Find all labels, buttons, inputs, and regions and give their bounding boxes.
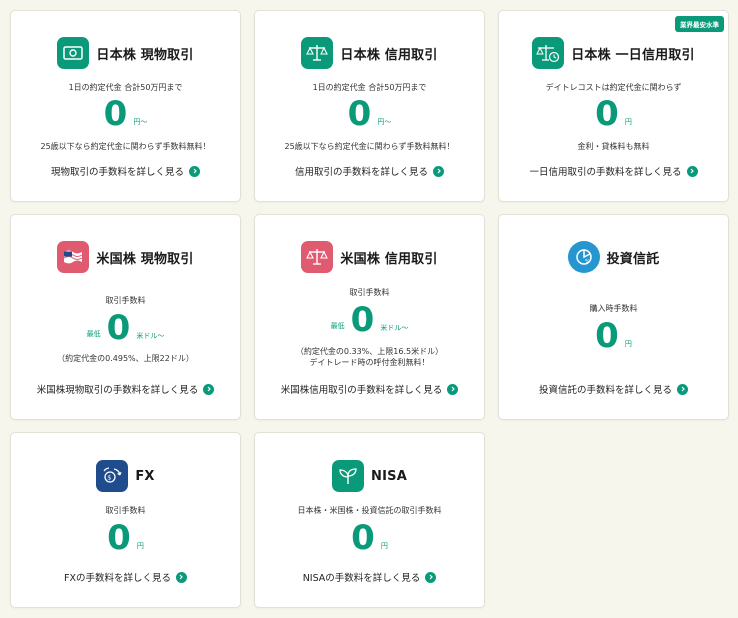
fee-condition: 1日の約定代金 合計50万円まで (312, 83, 427, 92)
details-link-label[interactable]: 投資信託の手数料を詳しく見る (539, 382, 672, 396)
arrow-right-icon[interactable] (189, 165, 200, 177)
details-link-label[interactable]: 米国株現物取引の手数料を詳しく見る (37, 382, 199, 396)
card-investment-trust: % 投資信託 購入時手数料 0 円 投資信託の手数料を詳しく見る (498, 214, 729, 420)
card-jp-stock-day-margin: 業界最安水準 日本株 一日信用取引 デイトレコストは約定代金に関わらず 0 円 … (498, 10, 729, 202)
details-link-label[interactable]: 米国株信用取引の手数料を詳しく見る (281, 382, 443, 396)
us-flag-icon (57, 241, 90, 273)
card-header: % 投資信託 (499, 241, 728, 273)
card-title: 日本株 現物取引 (96, 47, 194, 63)
details-link-label[interactable]: NISAの手数料を詳しく見る (303, 570, 421, 584)
fee-note: 25歳以下なら約定代金に関わらず手数料無料！ (40, 142, 211, 151)
arrow-right-icon[interactable] (447, 383, 459, 395)
card-us-stock-margin: 米国株 信用取引 取引手数料 最低 0 米ドル〜 （約定代金の0.33%、上限1… (254, 214, 485, 420)
fee-note: 金利・貸株料も無料 (577, 142, 650, 151)
industry-lowest-badge: 業界最安水準 (675, 16, 724, 32)
card-header: 日本株 一日信用取引 (499, 37, 728, 69)
fee-value: 0 (350, 300, 375, 340)
svg-text:$: $ (108, 474, 112, 482)
fee-display: 0 円〜 (11, 97, 240, 131)
fee-condition: 1日の約定代金 合計50万円まで (68, 83, 183, 92)
scale-clock-icon (532, 37, 565, 69)
pie-chart-icon: % (567, 241, 600, 273)
card-jp-stock-spot: 日本株 現物取引 1日の約定代金 合計50万円まで 0 円〜 25歳以下なら約定… (10, 10, 241, 202)
fee-value: 0 (103, 94, 128, 134)
scale-icon (301, 241, 334, 273)
fee-value: 0 (595, 316, 619, 356)
fee-display: 0 円 (499, 97, 728, 131)
card-header: 日本株 現物取引 (11, 37, 240, 69)
card-title: 米国株 信用取引 (340, 251, 438, 267)
fee-note: （約定代金の0.33%、上限16.5米ドル） (295, 347, 444, 356)
fee-value: 0 (106, 308, 131, 348)
details-link[interactable]: 一日信用取引の手数料を詳しく見る (499, 164, 728, 178)
details-link[interactable]: 米国株現物取引の手数料を詳しく見る (11, 382, 240, 396)
fee-condition: デイトレコストは約定代金に関わらず (545, 83, 682, 92)
details-link[interactable]: 現物取引の手数料を詳しく見る (11, 164, 240, 178)
fee-unit: 円〜 (133, 118, 148, 126)
details-link-label[interactable]: 一日信用取引の手数料を詳しく見る (529, 164, 681, 178)
sprout-icon (332, 460, 365, 492)
fee-unit: 円 (136, 542, 144, 550)
card-header: 米国株 信用取引 (255, 241, 484, 273)
card-us-stock-spot: 米国株 現物取引 取引手数料 最低 0 米ドル〜 （約定代金の0.495%、上限… (10, 214, 241, 420)
card-title: NISA (371, 468, 407, 484)
card-nisa: NISA 日本株・米国株・投資信託の取引手数料 0 円 NISAの手数料を詳しく… (254, 432, 485, 608)
card-fx: $ FX 取引手数料 0 円 FXの手数料を詳しく見る (10, 432, 241, 608)
scale-icon (301, 37, 334, 69)
details-link[interactable]: 米国株信用取引の手数料を詳しく見る (255, 382, 484, 396)
fee-note: 25歳以下なら約定代金に関わらず手数料無料！ (284, 142, 455, 151)
fee-prefix: 最低 (330, 322, 345, 330)
fee-value: 0 (347, 94, 372, 134)
card-jp-stock-margin: 日本株 信用取引 1日の約定代金 合計50万円まで 0 円〜 25歳以下なら約定… (254, 10, 485, 202)
fee-condition: 取引手数料 (349, 288, 390, 297)
card-title: 米国株 現物取引 (96, 251, 194, 267)
details-link[interactable]: FXの手数料を詳しく見る (11, 570, 240, 584)
details-link[interactable]: 投資信託の手数料を詳しく見る (499, 382, 728, 396)
fee-unit: 円 (624, 118, 632, 126)
arrow-right-icon[interactable] (203, 383, 215, 395)
card-header: 日本株 信用取引 (255, 37, 484, 69)
fee-unit: 円 (624, 340, 632, 348)
card-title: FX (135, 468, 155, 484)
arrow-right-icon[interactable] (433, 165, 444, 177)
details-link-label[interactable]: 信用取引の手数料を詳しく見る (295, 164, 428, 178)
card-title: 日本株 一日信用取引 (571, 47, 695, 63)
card-title: 投資信託 (606, 251, 660, 267)
fee-note: （約定代金の0.495%、上限22ドル） (57, 354, 194, 363)
fee-unit: 円 (380, 542, 388, 550)
card-header: NISA (255, 460, 484, 492)
card-title: 日本株 信用取引 (340, 47, 438, 63)
fee-value: 0 (595, 94, 619, 134)
card-header: 米国株 現物取引 (11, 241, 240, 273)
fee-condition: 取引手数料 (105, 506, 146, 515)
fee-display: 0 円〜 (255, 97, 484, 131)
details-link-label[interactable]: FXの手数料を詳しく見る (64, 570, 171, 584)
currency-exchange-icon: $ (96, 460, 129, 492)
fee-display: 0 円 (499, 319, 728, 353)
fee-unit: 円〜 (377, 118, 392, 126)
arrow-right-icon[interactable] (425, 571, 437, 583)
fee-display: 最低 0 米ドル〜 (11, 311, 240, 345)
fee-condition: 取引手数料 (105, 296, 146, 305)
fee-note-secondary: デイトレード時の呼付金利無料！ (309, 358, 430, 367)
fee-condition: 購入時手数料 (589, 304, 638, 313)
banknote-icon (57, 37, 90, 69)
fee-display: 最低 0 米ドル〜 (255, 303, 484, 337)
details-link[interactable]: NISAの手数料を詳しく見る (255, 570, 484, 584)
fee-condition: 日本株・米国株・投資信託の取引手数料 (297, 506, 442, 515)
fee-value: 0 (107, 518, 131, 558)
card-header: $ FX (11, 460, 240, 492)
details-link[interactable]: 信用取引の手数料を詳しく見る (255, 164, 484, 178)
fee-value: 0 (351, 518, 375, 558)
fee-display: 0 円 (255, 521, 484, 555)
fee-unit: 米ドル〜 (380, 324, 409, 332)
svg-text:%: % (585, 259, 590, 265)
fee-display: 0 円 (11, 521, 240, 555)
arrow-right-icon[interactable] (175, 571, 187, 583)
fee-unit: 米ドル〜 (136, 332, 165, 340)
fee-prefix: 最低 (86, 330, 101, 338)
arrow-right-icon[interactable] (686, 165, 698, 177)
arrow-right-icon[interactable] (677, 383, 688, 395)
details-link-label[interactable]: 現物取引の手数料を詳しく見る (51, 164, 184, 178)
